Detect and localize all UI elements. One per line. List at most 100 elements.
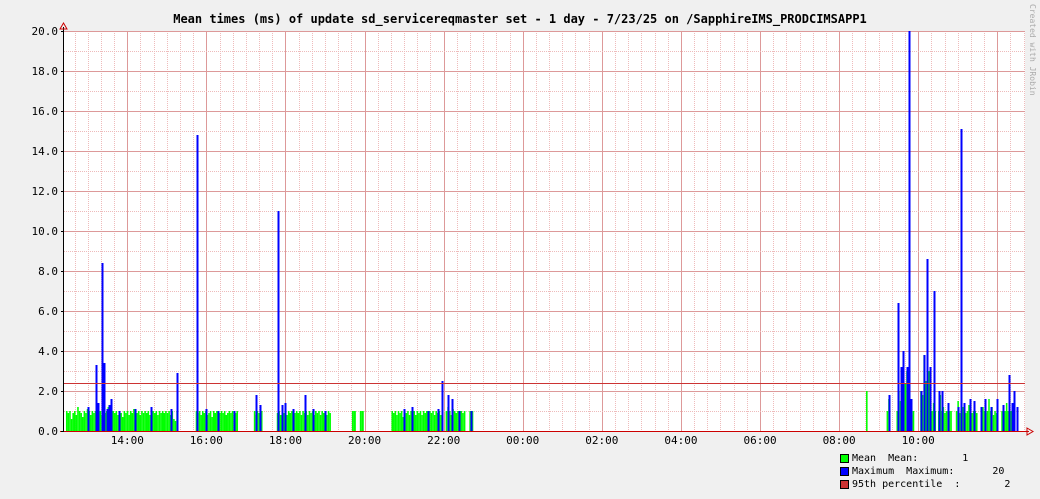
- mean-bar: [222, 413, 224, 431]
- mean-bar: [945, 411, 948, 431]
- mean-bar: [80, 413, 82, 431]
- mean-bar: [289, 413, 292, 431]
- mean-bar: [414, 415, 417, 431]
- mean-bar: [425, 411, 428, 431]
- mean-bar: [131, 413, 134, 431]
- x-tick-label: 08:00: [823, 434, 856, 447]
- mean-bar: [153, 413, 156, 431]
- mean-bar: [445, 411, 448, 431]
- y-tick-label: 8.0: [38, 265, 58, 278]
- mean-bar: [318, 411, 320, 431]
- mean-bar: [310, 413, 312, 431]
- mean-bar: [223, 411, 226, 431]
- mean-bar: [419, 411, 422, 431]
- mean-bar: [115, 411, 118, 431]
- mean-bar: [99, 411, 102, 431]
- mean-bar: [75, 415, 78, 431]
- mean-bar: [986, 411, 989, 431]
- mean-bar: [129, 411, 132, 431]
- mean-bar: [198, 411, 201, 431]
- x-tick-label: 16:00: [190, 434, 223, 447]
- mean-bar: [166, 413, 169, 431]
- mean-bar: [69, 411, 71, 431]
- mean-bar: [126, 411, 129, 431]
- mean-bar: [72, 413, 74, 431]
- mean-bar: [992, 415, 995, 431]
- mean-bar: [299, 411, 301, 431]
- mean-bar: [966, 411, 969, 431]
- mean-bar: [440, 415, 442, 431]
- mean-bar: [462, 413, 464, 431]
- mean-bar: [125, 413, 127, 431]
- mean-bar: [329, 413, 331, 431]
- mean-bar: [158, 411, 161, 431]
- mean-bar: [113, 413, 116, 431]
- mean-bar: [155, 411, 158, 431]
- legend-item-percentile: 95th percentile : 2: [840, 478, 1010, 491]
- y-tick-label: 0.0: [38, 425, 58, 438]
- y-tick-label: 10.0: [32, 225, 59, 238]
- x-tick-label: 06:00: [743, 434, 776, 447]
- mean-bar: [228, 411, 231, 431]
- y-tick-label: 12.0: [32, 185, 59, 198]
- legend-value-mean: 1: [962, 453, 969, 464]
- mean-bar: [397, 411, 400, 431]
- mean-bar: [433, 415, 436, 431]
- legend-label-mean: Mean Mean:: [852, 453, 919, 464]
- mean-bar: [279, 415, 282, 431]
- mean-bar: [139, 415, 142, 431]
- grid: [64, 31, 1025, 432]
- chart: Mean times (ms) of update sd_servicereqm…: [0, 0, 1040, 499]
- mean-bar: [359, 411, 362, 431]
- mean-bar: [89, 415, 92, 431]
- mean-bar: [460, 411, 463, 431]
- legend-value-percentile: 2: [1004, 479, 1011, 490]
- mean-bar: [405, 413, 408, 431]
- mean-bar: [212, 411, 215, 431]
- mean-bar: [408, 415, 411, 431]
- mean-bar: [141, 411, 143, 431]
- legend-swatch-maximum: [840, 467, 849, 476]
- mean-bar: [231, 411, 234, 431]
- mean-bar: [421, 415, 423, 431]
- chart-canvas: Mean times (ms) of update sd_servicereqm…: [32, 4, 1038, 447]
- mean-bar: [407, 411, 409, 431]
- x-tick-labels: 14:00 16:00 18:00 20:00 22:00 00:00 02:00 04:00…: [111, 434, 935, 447]
- x-tick-label: 20:00: [348, 434, 381, 447]
- mean-bar: [145, 413, 148, 431]
- mean-bar: [295, 411, 298, 431]
- mean-bar: [416, 411, 419, 431]
- mean-bar: [300, 415, 303, 431]
- x-tick-label: 22:00: [427, 434, 460, 447]
- mean-bar: [322, 413, 325, 431]
- mean-bar: [208, 413, 210, 431]
- mean-bar: [399, 413, 401, 431]
- mean-bar: [220, 411, 223, 431]
- mean-bar: [85, 413, 87, 431]
- x-tick-label: 14:00: [111, 434, 144, 447]
- mean-bar: [319, 415, 322, 431]
- mean-bar: [400, 411, 403, 431]
- mean-bar: [418, 413, 420, 431]
- mean-bar: [361, 411, 364, 431]
- mean-bar: [77, 407, 79, 431]
- mean-bar: [327, 411, 330, 431]
- mean-bar: [396, 415, 398, 431]
- legend-value-maximum: 20: [992, 466, 1005, 477]
- legend-item-maximum: Maximum Maximum: 20: [840, 465, 1010, 478]
- mean-bar: [307, 415, 309, 431]
- mean-bar: [432, 411, 434, 431]
- mean-bar: [316, 413, 319, 431]
- x-tick-label: 10:00: [902, 434, 935, 447]
- mean-bar: [65, 411, 68, 431]
- mean-bar: [128, 415, 130, 431]
- mean-bar: [994, 411, 996, 431]
- mean-bar: [163, 413, 166, 431]
- mean-bar: [142, 413, 145, 431]
- legend: Mean Mean: 1 Maximum Maximum: 20 95th pe…: [840, 452, 1010, 491]
- x-tick-label: 04:00: [664, 434, 697, 447]
- mean-bar: [165, 411, 167, 431]
- mean-bar: [216, 411, 218, 431]
- legend-label-percentile: 95th percentile :: [852, 479, 961, 490]
- x-tick-label: 02:00: [585, 434, 618, 447]
